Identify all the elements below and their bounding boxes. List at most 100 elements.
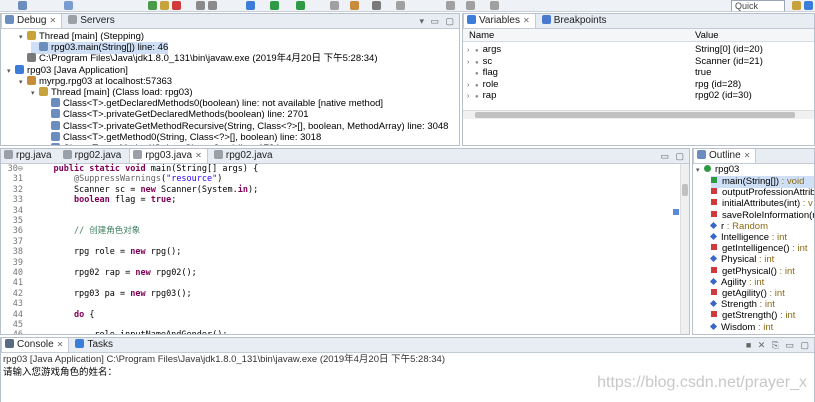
tab-outline[interactable]: Outline ✕ <box>693 149 757 163</box>
code-line[interactable]: 43 <box>1 299 677 310</box>
workspace-icon[interactable] <box>64 1 73 10</box>
variable-row[interactable]: › ● rap rpg02 (id=30) <box>463 90 814 101</box>
code-line[interactable]: 38 rpg role = new rpg(); <box>1 247 677 258</box>
tab-rpg02-java-2[interactable]: rpg02.java <box>211 149 278 163</box>
code-line[interactable]: 36 // 创建角色对象 <box>1 226 677 237</box>
quick-access-field[interactable]: Quick Access <box>731 0 785 11</box>
suspend-icon[interactable] <box>160 1 169 10</box>
code-line[interactable]: 42 rpg03 pa = new rpg03(); <box>1 289 677 300</box>
scroll-thumb[interactable] <box>682 184 688 196</box>
name-column-header[interactable]: Name <box>469 29 494 42</box>
debug-tree-item[interactable]: C:\Program Files\Java\jdk1.8.0_131\bin\j… <box>19 53 377 65</box>
tab-debug[interactable]: Debug ✕ <box>1 14 63 28</box>
debug-tree-item[interactable]: ▾ myrpg.rpg03 at localhost:57363 <box>19 75 172 89</box>
horizontal-scrollbar[interactable] <box>463 110 814 119</box>
resume-icon[interactable] <box>148 1 157 10</box>
expand-arrow-icon[interactable]: ▾ <box>19 32 27 44</box>
code-line[interactable]: 41 <box>1 278 677 289</box>
run-icon[interactable] <box>270 1 279 10</box>
code-line[interactable]: 37 <box>1 237 677 248</box>
tab-variables[interactable]: Variables ✕ <box>463 14 536 28</box>
debug-tree-item[interactable]: ▾ rpg03 [Java Application] <box>7 64 128 78</box>
outline-item[interactable]: initialAttributes(int) : v <box>711 198 814 210</box>
open-type-icon[interactable] <box>350 1 359 10</box>
back-icon[interactable] <box>446 1 455 10</box>
outline-item[interactable]: getAgility() : int <box>711 288 814 300</box>
outline-item[interactable]: Strength : int <box>709 299 814 311</box>
variable-row[interactable]: › ● args String[0] (id=20) <box>463 44 814 55</box>
console-toolbar-icons[interactable]: ■ ✕ ⎘ ▭ ▢ <box>746 340 811 351</box>
code-line[interactable]: 39 <box>1 258 677 269</box>
debug-tree-item[interactable]: Class<T>.privateGetMethodRecursive(Strin… <box>43 120 448 133</box>
expand-arrow-icon[interactable]: › <box>467 57 475 68</box>
code-area[interactable]: 30⊖ public static void main(String[] arg… <box>1 164 689 334</box>
external-tools-icon[interactable] <box>296 1 305 10</box>
code-line[interactable]: 45 <box>1 320 677 331</box>
outline-item[interactable]: r : Random <box>709 221 814 233</box>
outline-item[interactable]: main(String[]) : void <box>711 176 814 188</box>
code-line[interactable]: 33 boolean flag = true; <box>1 195 677 206</box>
outline-item[interactable]: getPhysical() : int <box>711 266 814 278</box>
variable-row[interactable]: › ● sc Scanner (id=21) <box>463 56 814 67</box>
code-line[interactable]: 30⊖ public static void main(String[] arg… <box>1 164 677 175</box>
java-perspective-icon[interactable] <box>792 1 801 10</box>
close-icon[interactable]: ✕ <box>49 16 56 25</box>
debug-tree-item[interactable]: ▾ Thread [main] (Stepping) <box>19 31 144 43</box>
step-into-icon[interactable] <box>196 1 205 10</box>
debug-tree-item[interactable]: Class<T>.getMethod(String, Class<?>...) … <box>43 143 280 145</box>
outline-root[interactable]: ▾ rpg03 <box>696 164 739 176</box>
outline-item[interactable]: Agility : int <box>709 277 814 289</box>
forward-icon[interactable] <box>466 1 475 10</box>
code-line[interactable]: 44 do { <box>1 310 677 321</box>
tab-servers[interactable]: Servers <box>65 14 119 28</box>
editor-minmax-icon[interactable]: ▭ ▢ <box>660 151 686 162</box>
tab-rpg02-java[interactable]: rpg02.java <box>60 149 127 163</box>
tab-rpg-java[interactable]: rpg.java <box>1 149 57 163</box>
code-line[interactable]: 46 role.inputNameAndGender(); <box>1 330 677 334</box>
step-over-icon[interactable] <box>208 1 217 10</box>
outline-item[interactable]: getIntelligence() : int <box>711 243 814 255</box>
debug-tree-item[interactable]: Class<T>.getDeclaredMethods0(boolean) li… <box>43 98 383 110</box>
annotation-icon[interactable] <box>396 1 405 10</box>
tab-console[interactable]: Console ✕ <box>1 338 70 352</box>
close-icon[interactable]: ✕ <box>195 151 202 160</box>
debug-perspective-icon[interactable] <box>804 1 813 10</box>
tab-tasks[interactable]: Tasks <box>72 338 118 352</box>
expand-arrow-icon[interactable]: › <box>467 45 475 56</box>
outline-item[interactable]: Intelligence : int <box>709 232 814 244</box>
terminate-icon[interactable] <box>172 1 181 10</box>
save-icon[interactable] <box>18 1 27 10</box>
code-line[interactable]: 40 rpg02 rap = new rpg02(); <box>1 268 677 279</box>
outline-item[interactable]: getStrength() : int <box>711 310 814 322</box>
outline-item[interactable]: Physical : int <box>709 254 814 266</box>
code-line[interactable]: 31 @SuppressWarnings("resource") <box>1 174 677 185</box>
scroll-thumb[interactable] <box>475 112 795 118</box>
outline-item[interactable]: outputProfessionAttrib <box>711 187 814 199</box>
last-edit-icon[interactable] <box>490 1 499 10</box>
variable-row[interactable]: ● flag true <box>463 67 814 78</box>
expand-arrow-icon[interactable]: › <box>467 91 475 102</box>
value-column-header[interactable]: Value <box>695 29 719 42</box>
debug-tree-item[interactable]: Class<T>.privateGetDeclaredMethods(boole… <box>43 109 309 121</box>
expand-arrow-icon[interactable]: ▾ <box>7 66 15 78</box>
tab-breakpoints[interactable]: Breakpoints <box>539 14 612 28</box>
view-menu-icon[interactable]: ▾ ▭ ▢ <box>419 16 456 27</box>
overview-marker[interactable] <box>673 209 679 215</box>
code-line[interactable]: 32 Scanner sc = new Scanner(System.in); <box>1 185 677 196</box>
debug-tree-item[interactable]: Class<T>.getMethod0(String, Class<?>[], … <box>43 131 321 144</box>
expand-arrow-icon[interactable]: ▾ <box>19 77 27 89</box>
close-icon[interactable]: ✕ <box>744 151 751 160</box>
debug-run-icon[interactable] <box>246 1 255 10</box>
editor-scrollbar[interactable] <box>680 164 689 334</box>
close-icon[interactable]: ✕ <box>523 16 530 25</box>
new-icon[interactable] <box>330 1 339 10</box>
tab-rpg03-java[interactable]: rpg03.java ✕ <box>129 149 208 163</box>
code-line[interactable]: 34 <box>1 206 677 217</box>
expand-arrow-icon[interactable]: › <box>467 80 475 91</box>
expand-arrow-icon[interactable]: ▾ <box>31 88 39 100</box>
outline-item[interactable]: Wisdom : int <box>709 322 814 334</box>
debug-tree-item[interactable]: ▾ Thread [main] (Class load: rpg03) <box>31 87 193 99</box>
outline-item[interactable]: saveRoleInformation(rp <box>711 210 814 222</box>
close-icon[interactable]: ✕ <box>57 340 64 349</box>
search-icon[interactable] <box>372 1 381 10</box>
